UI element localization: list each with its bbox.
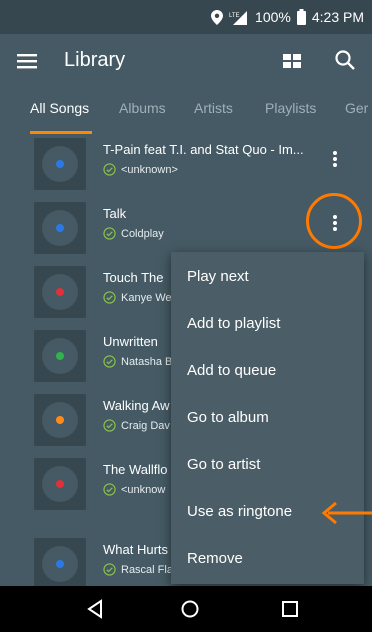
disc-icon [42, 146, 78, 182]
artist-line: <unknow [103, 483, 165, 496]
tab-artists[interactable]: Artists [194, 100, 233, 116]
check-circle-icon [103, 483, 116, 496]
artist-line: Kanye We [103, 291, 172, 304]
disc-icon [42, 402, 78, 438]
menu-item-add-to-playlist[interactable]: Add to playlist [187, 315, 280, 332]
album-art [34, 138, 86, 190]
artist-line: <unknown> [103, 163, 178, 176]
search-icon[interactable] [334, 49, 356, 71]
home-icon[interactable] [180, 599, 200, 619]
check-circle-icon [103, 355, 116, 368]
back-icon[interactable] [86, 599, 104, 619]
svg-text:LTE: LTE [229, 13, 240, 19]
artist-line: Natasha B [103, 355, 172, 368]
menu-item-use-as-ringtone[interactable]: Use as ringtone [187, 503, 292, 520]
artist-name: Craig Dav [121, 419, 170, 432]
menu-item-play-next[interactable]: Play next [187, 268, 249, 285]
disc-dot [56, 416, 64, 424]
disc-icon [42, 210, 78, 246]
artist-line: Coldplay [103, 227, 164, 240]
artist-name: Natasha B [121, 355, 173, 368]
disc-dot [56, 224, 64, 232]
menu-icon[interactable] [16, 49, 40, 73]
highlight-circle [306, 193, 362, 249]
album-art [34, 538, 86, 586]
artist-name: <unknow [121, 483, 166, 496]
artist-name: Kanye We [121, 291, 172, 304]
album-art [34, 394, 86, 446]
clock: 4:23 PM [311, 9, 364, 25]
artist-name: Coldplay [121, 227, 164, 240]
disc-icon [42, 546, 78, 582]
tab-playlists[interactable]: Playlists [265, 100, 316, 116]
disc-dot [56, 160, 64, 168]
album-art [34, 458, 86, 510]
check-circle-icon [103, 163, 116, 176]
location-icon [211, 9, 224, 25]
tab-bar: All Songs Albums Artists Playlists Ger [0, 88, 372, 134]
menu-item-go-to-album[interactable]: Go to album [187, 409, 269, 426]
menu-item-go-to-artist[interactable]: Go to artist [187, 456, 260, 473]
grid-view-icon[interactable] [283, 52, 301, 70]
check-circle-icon [103, 419, 116, 432]
app-bar: Library [0, 34, 372, 88]
disc-dot [56, 480, 64, 488]
disc-dot [56, 560, 64, 568]
status-bar: LTE 100% 4:23 PM [0, 0, 372, 34]
navigation-bar [0, 586, 372, 632]
disc-dot [56, 288, 64, 296]
context-menu: Play next Add to playlist Add to queue G… [171, 252, 364, 584]
disc-icon [42, 338, 78, 374]
page-title: Library [64, 49, 126, 71]
album-art [34, 330, 86, 382]
disc-icon [42, 466, 78, 502]
disc-dot [56, 352, 64, 360]
pointer-arrow [321, 501, 372, 525]
album-art [34, 202, 86, 254]
check-circle-icon [103, 227, 116, 240]
battery-icon [296, 9, 306, 25]
song-title: Talk [103, 206, 127, 221]
check-circle-icon [103, 563, 116, 576]
artist-name: <unknown> [121, 163, 178, 176]
disc-icon [42, 274, 78, 310]
phone-screen: LTE 100% 4:23 PM Library All Songs Album… [0, 0, 372, 632]
tab-all-songs[interactable]: All Songs [30, 100, 89, 116]
battery-percent: 100% [255, 9, 291, 25]
check-circle-icon [103, 291, 116, 304]
menu-item-add-to-queue[interactable]: Add to queue [187, 362, 276, 379]
album-art [34, 266, 86, 318]
recents-icon[interactable] [281, 599, 299, 619]
tab-genres[interactable]: Ger [345, 100, 368, 116]
song-title: T-Pain feat T.I. and Stat Quo - Im... [103, 142, 304, 157]
artist-line: Craig Dav [103, 419, 170, 432]
list-item[interactable]: T-Pain feat T.I. and Stat Quo - Im... <u… [0, 134, 372, 198]
signal-icon: LTE [229, 10, 248, 25]
more-options-icon[interactable] [326, 146, 344, 172]
menu-item-remove[interactable]: Remove [187, 550, 243, 567]
tab-albums[interactable]: Albums [119, 100, 166, 116]
